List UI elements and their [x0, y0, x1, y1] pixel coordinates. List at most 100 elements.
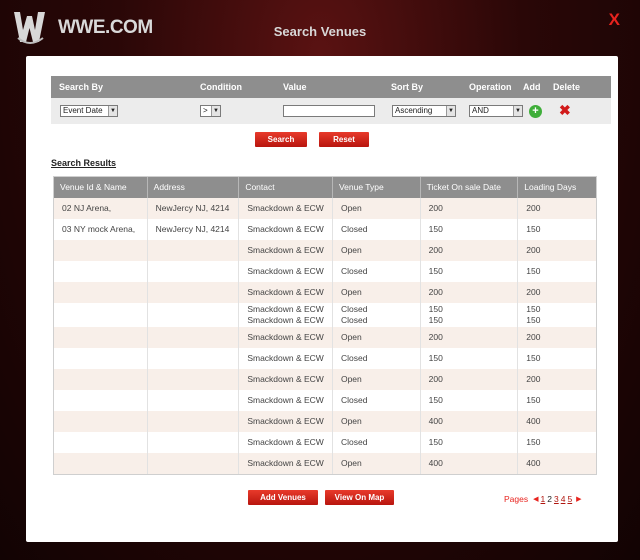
condition-select[interactable]: > ▼: [200, 105, 221, 117]
cell-venue: [54, 411, 148, 432]
page-link[interactable]: 4: [561, 494, 566, 504]
cell-loading-days: 150: [518, 432, 596, 453]
chevron-down-icon: ▼: [108, 106, 117, 116]
table-row[interactable]: Smackdown & ECW Open 400 400: [54, 453, 596, 474]
table-row[interactable]: Smackdown & ECW Open 200 200: [54, 240, 596, 261]
cell-ticket-date-text: 150: [428, 266, 443, 276]
cell-ticket-date-text: 200: [428, 287, 443, 297]
search-results-label: Search Results: [51, 158, 117, 168]
cell-venue: [54, 348, 148, 369]
col-venue[interactable]: Venue Id & Name: [54, 177, 148, 198]
cell-ticket-date: 200: [421, 282, 519, 303]
cell-venue-type-text: Closed: [340, 315, 368, 325]
cell-ticket-date: 150: [421, 219, 519, 240]
cell-address: [148, 369, 240, 390]
table-row[interactable]: Smackdown & ECW Closed 150 150: [54, 390, 596, 411]
prev-page-icon[interactable]: ◀: [533, 495, 538, 503]
cell-address: [148, 390, 240, 411]
cell-loading-days-text: 150: [526, 224, 541, 234]
table-row[interactable]: Smackdown & ECW Smackdown & ECW Closed Clos…: [54, 303, 596, 327]
cell-address: [148, 327, 240, 348]
cell-loading-days: 200: [518, 369, 596, 390]
cell-loading-days: 400: [518, 453, 596, 474]
cell-contact: Smackdown & ECW: [239, 348, 333, 369]
add-venues-button[interactable]: Add Venues: [248, 490, 318, 505]
cell-contact: Smackdown & ECW: [239, 327, 333, 348]
cell-contact-text: Smackdown & ECW: [247, 224, 324, 234]
results-table: Venue Id & Name Address Contact Venue Ty…: [53, 176, 597, 475]
cell-loading-days: 150 150: [518, 303, 596, 327]
cell-venue-type: Open: [333, 369, 421, 390]
col-address[interactable]: Address: [148, 177, 240, 198]
search-by-select[interactable]: Event Date ▼: [60, 105, 118, 117]
chevron-down-icon: ▼: [211, 106, 220, 116]
cell-venue-text: 03 NY mock Arena,: [62, 224, 136, 234]
cell-contact-text: Smackdown & ECW: [247, 304, 324, 314]
page-numbers: 12345: [541, 494, 575, 504]
page-link[interactable]: 2: [547, 494, 552, 504]
operation-select[interactable]: AND ▼: [469, 105, 523, 117]
chevron-down-icon: ▼: [513, 106, 522, 116]
table-row[interactable]: 03 NY mock Arena, NewJercy NJ, 4214 Smackd…: [54, 219, 596, 240]
cell-venue-type-text: Open: [340, 203, 362, 213]
cell-contact-text: Smackdown & ECW: [247, 458, 324, 468]
cell-loading-days: 150: [518, 261, 596, 282]
cell-venue-type: Closed: [333, 390, 421, 411]
cell-ticket-date-text: 150: [428, 437, 443, 447]
cell-ticket-date-text: 200: [428, 203, 443, 213]
col-venue-type[interactable]: Venue Type: [333, 177, 421, 198]
table-row[interactable]: 02 NJ Arena, NewJercy NJ, 4214 Smackdown &…: [54, 198, 596, 219]
cell-ticket-date: 200: [421, 369, 519, 390]
table-row[interactable]: Smackdown & ECW Closed 150 150: [54, 432, 596, 453]
cell-venue: [54, 261, 148, 282]
sort-by-select[interactable]: Ascending ▼: [392, 105, 456, 117]
table-row[interactable]: Smackdown & ECW Open 400 400: [54, 411, 596, 432]
page-link[interactable]: 1: [541, 494, 546, 504]
cell-contact-text: Smackdown & ECW: [247, 416, 324, 426]
search-button[interactable]: Search: [255, 132, 307, 147]
cell-ticket-date: 150: [421, 432, 519, 453]
col-contact[interactable]: Contact: [239, 177, 333, 198]
cell-venue-type: Open: [333, 453, 421, 474]
page-link[interactable]: 5: [567, 494, 572, 504]
cell-venue: [54, 453, 148, 474]
cell-venue-type: Open: [333, 282, 421, 303]
cell-loading-days-text: 150: [526, 266, 541, 276]
cell-loading-days-text: 200: [526, 374, 541, 384]
reset-button[interactable]: Reset: [319, 132, 369, 147]
cell-contact-text: Smackdown & ECW: [247, 287, 324, 297]
cell-venue-type-text: Open: [340, 416, 362, 426]
delete-condition-icon[interactable]: ✖: [559, 102, 571, 119]
col-ticket-date[interactable]: Ticket On sale Date: [421, 177, 519, 198]
page-link[interactable]: 3: [554, 494, 559, 504]
table-row[interactable]: Smackdown & ECW Open 200 200: [54, 327, 596, 348]
cell-venue: 02 NJ Arena,: [54, 198, 148, 219]
cell-venue: [54, 327, 148, 348]
cell-address: [148, 411, 240, 432]
cell-venue: [54, 432, 148, 453]
pages-label: Pages: [504, 494, 529, 504]
cell-loading-days-text: 150: [526, 315, 541, 325]
table-row[interactable]: Smackdown & ECW Open 200 200: [54, 282, 596, 303]
cell-venue-type-text: Closed: [340, 437, 368, 447]
value-input[interactable]: [283, 105, 375, 117]
cell-contact: Smackdown & ECW: [239, 219, 333, 240]
table-row[interactable]: Smackdown & ECW Open 200 200: [54, 369, 596, 390]
close-button[interactable]: X: [609, 10, 620, 30]
add-header: Add: [523, 82, 541, 92]
table-row[interactable]: Smackdown & ECW Closed 150 150: [54, 261, 596, 282]
col-loading-days[interactable]: Loading Days: [518, 177, 596, 198]
cell-ticket-date-text: 200: [428, 374, 443, 384]
add-condition-icon[interactable]: +: [529, 105, 542, 118]
condition-value: >: [203, 106, 208, 115]
cell-venue-type: Closed: [333, 219, 421, 240]
cell-contact: Smackdown & ECW: [239, 198, 333, 219]
cell-address: NewJercy NJ, 4214: [148, 198, 240, 219]
cell-ticket-date-text: 400: [428, 458, 443, 468]
results-table-body: 02 NJ Arena, NewJercy NJ, 4214 Smackdown &…: [54, 198, 596, 474]
cell-loading-days-text: 200: [526, 287, 541, 297]
view-on-map-button[interactable]: View On Map: [325, 490, 394, 505]
table-row[interactable]: Smackdown & ECW Closed 150 150: [54, 348, 596, 369]
cell-loading-days-text: 400: [526, 416, 541, 426]
next-page-icon[interactable]: ▶: [576, 495, 581, 503]
